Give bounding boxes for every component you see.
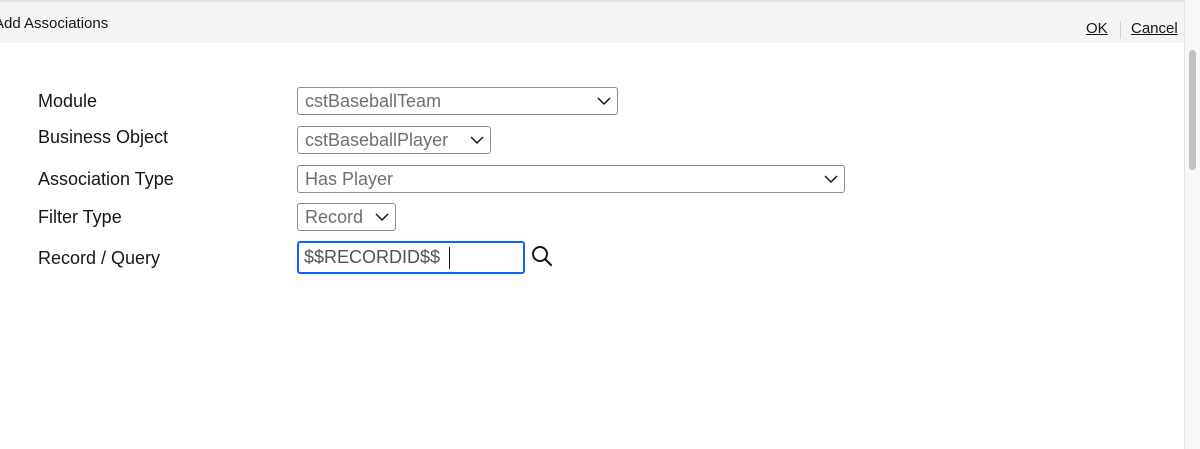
chevron-down-icon — [375, 213, 389, 222]
ok-button[interactable]: OK — [1086, 20, 1108, 37]
vertical-scrollbar[interactable] — [1184, 0, 1200, 449]
record-query-input-value: $$RECORDID$$ — [304, 247, 441, 267]
module-label: Module — [38, 91, 98, 111]
dialog-header: Add Associations OK Cancel — [0, 2, 1184, 43]
business-object-label: Business Object — [38, 127, 169, 147]
chevron-down-icon — [470, 136, 484, 145]
module-select-value: cstBaseballTeam — [305, 91, 442, 111]
association-type-select-value: Has Player — [305, 169, 394, 189]
scrollbar-thumb[interactable] — [1189, 50, 1196, 170]
business-object-select-value: cstBaseballPlayer — [305, 130, 449, 150]
chevron-down-icon — [597, 97, 611, 106]
dialog-title: Add Associations — [0, 15, 109, 32]
cancel-button[interactable]: Cancel — [1131, 20, 1178, 37]
module-select[interactable]: cstBaseballTeam — [297, 87, 618, 115]
search-icon[interactable] — [530, 244, 556, 268]
filter-type-label: Filter Type — [38, 207, 122, 227]
filter-type-select[interactable]: Record — [297, 203, 396, 231]
header-divider — [1120, 21, 1121, 39]
association-type-select[interactable]: Has Player — [297, 165, 845, 193]
association-type-label: Association Type — [38, 169, 174, 189]
record-query-label: Record / Query — [38, 248, 161, 268]
chevron-down-icon — [824, 175, 838, 184]
record-query-input[interactable]: $$RECORDID$$ — [297, 241, 525, 274]
add-associations-dialog: Add Associations OK Cancel Module cstBas… — [0, 0, 1200, 449]
text-caret — [449, 247, 450, 269]
filter-type-select-value: Record — [305, 207, 364, 227]
business-object-select[interactable]: cstBaseballPlayer — [297, 126, 491, 154]
